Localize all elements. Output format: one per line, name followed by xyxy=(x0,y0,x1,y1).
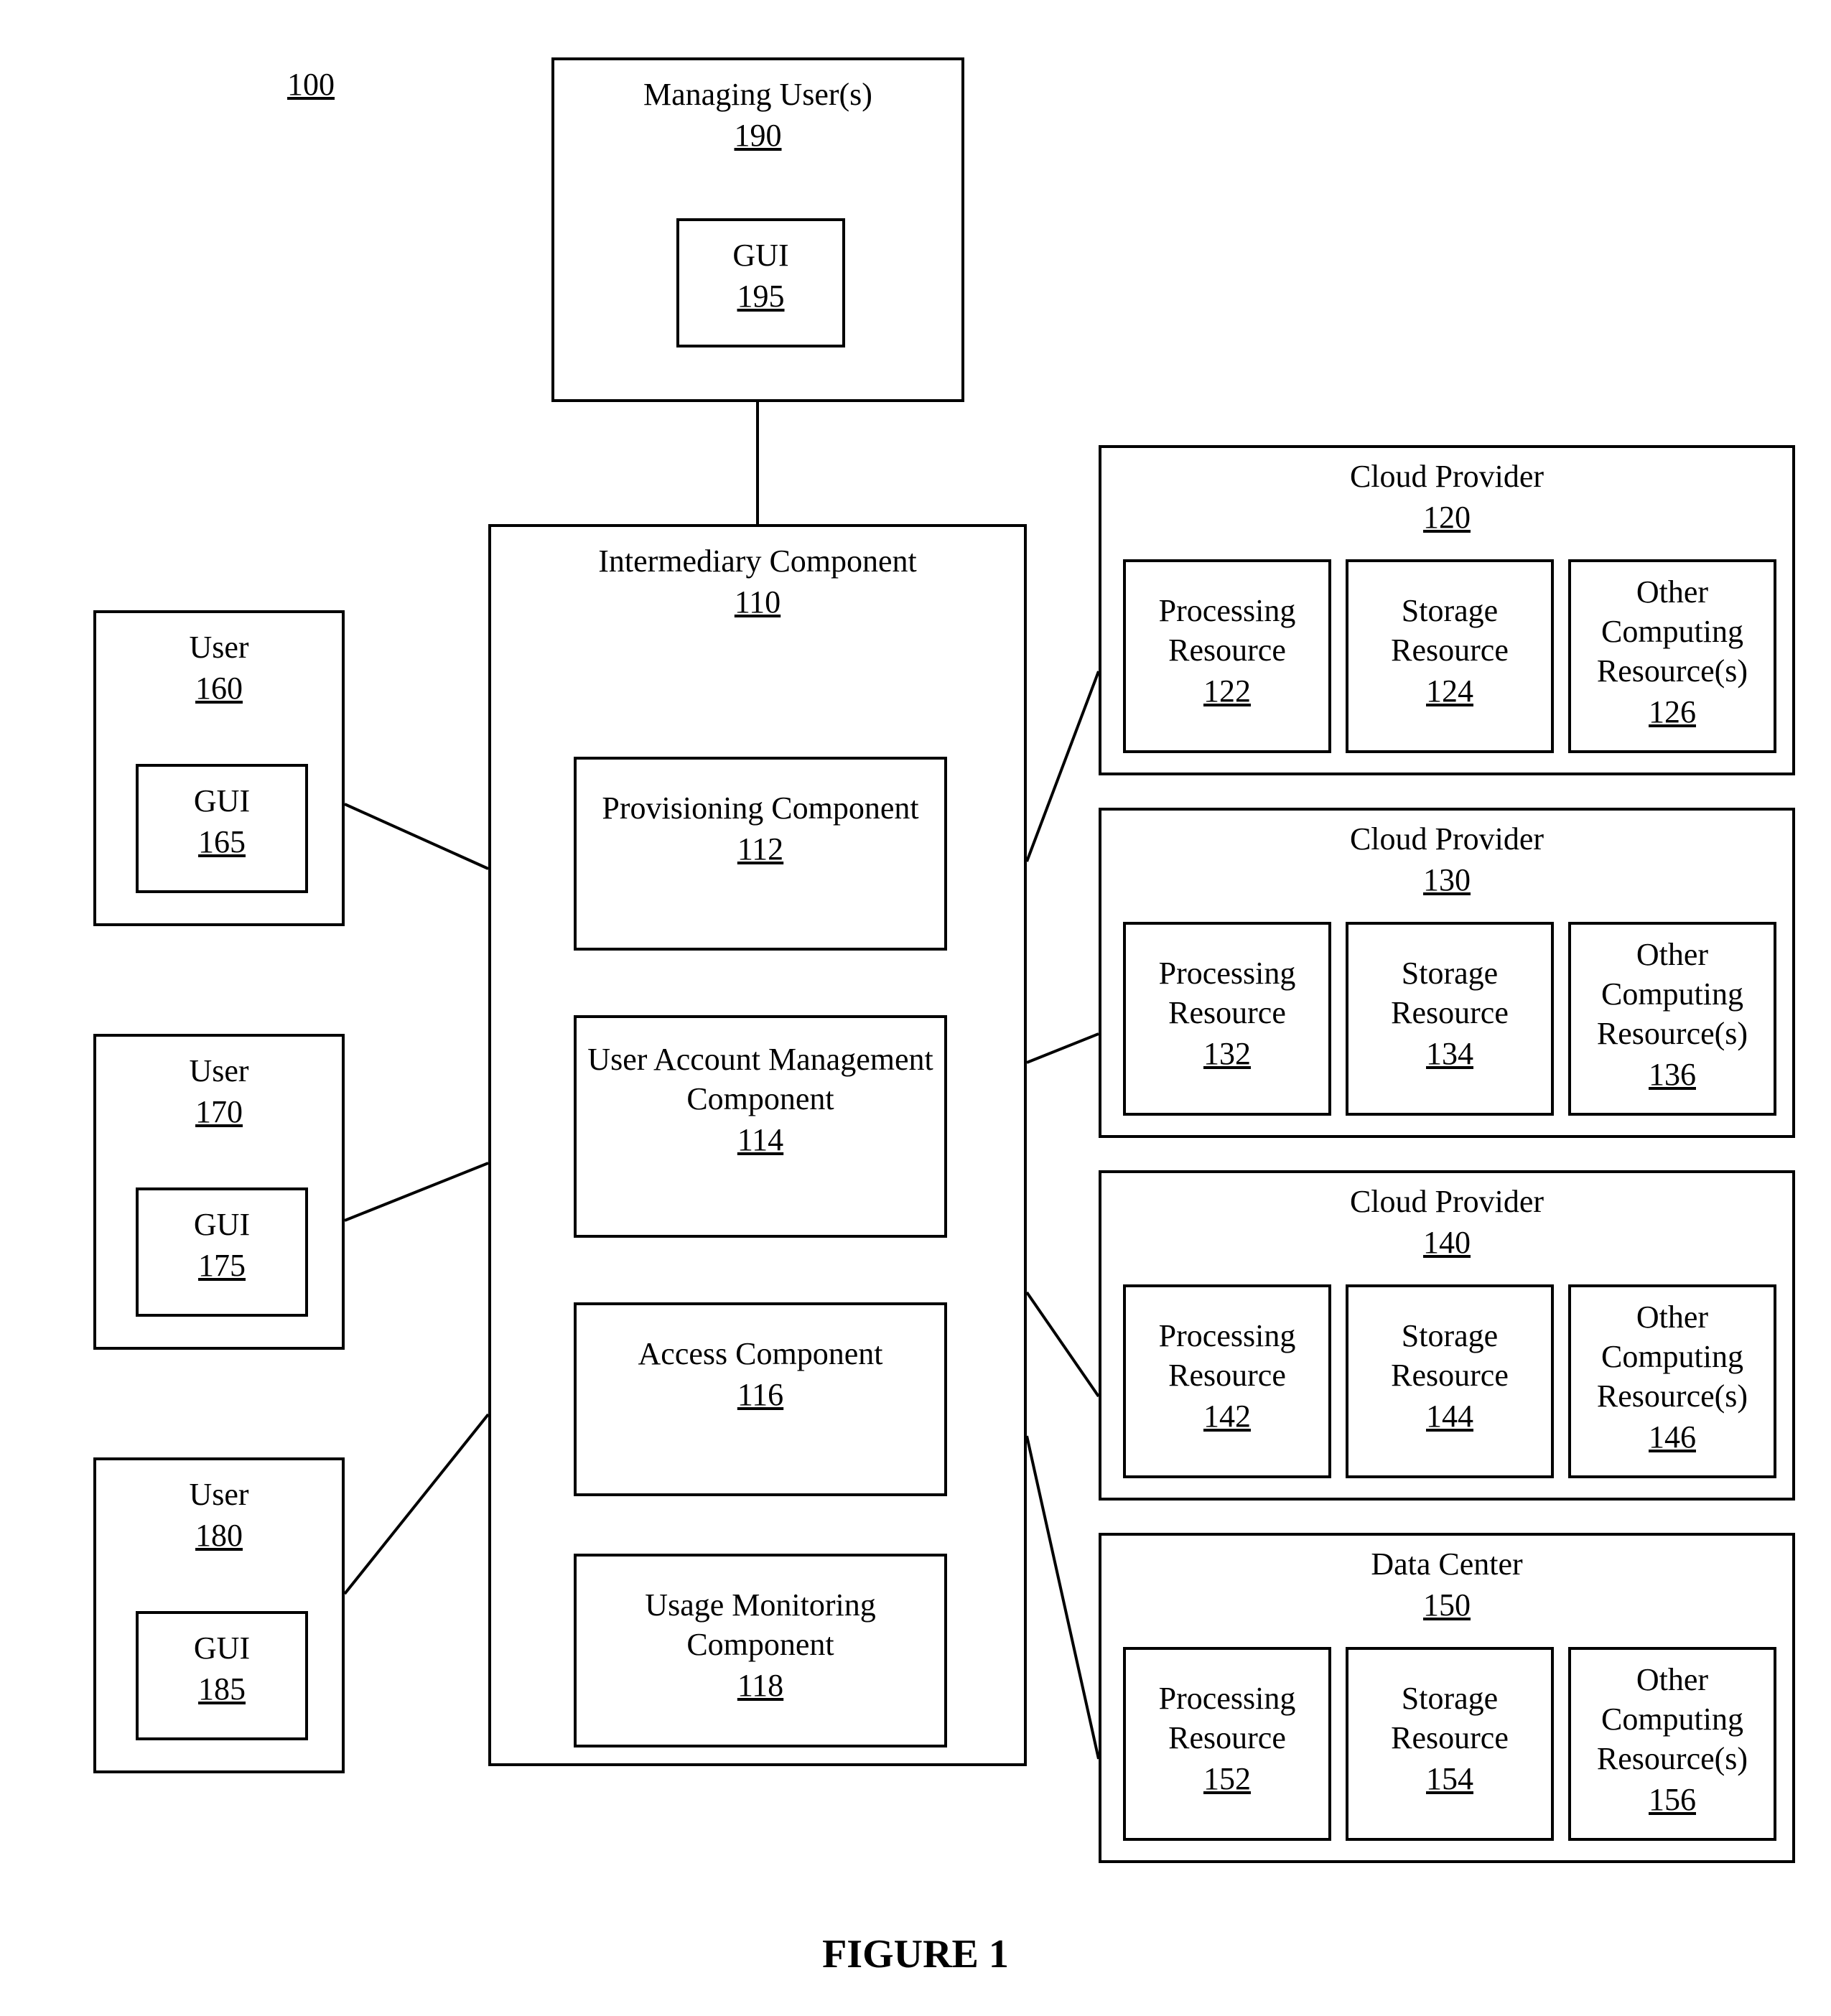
storage-title: Storage Resource xyxy=(1348,1679,1551,1758)
access-ref: 116 xyxy=(737,1376,783,1413)
usage-ref: 118 xyxy=(737,1667,783,1704)
user-gui-ref: 165 xyxy=(198,823,246,860)
user-account-box: User Account Management Component 114 xyxy=(574,1015,947,1238)
user-title: User xyxy=(96,627,342,667)
provider-title: Cloud Provider xyxy=(1101,819,1792,859)
storage-title: Storage Resource xyxy=(1348,591,1551,670)
processing-box-142: Processing Resource 142 xyxy=(1123,1284,1331,1478)
provider-ref: 130 xyxy=(1423,862,1471,898)
user-box-170: User 170 GUI 175 xyxy=(93,1034,345,1350)
provider-box-140: Cloud Provider 140 Processing Resource 1… xyxy=(1099,1170,1795,1501)
storage-box-134: Storage Resource 134 xyxy=(1346,922,1554,1116)
provider-box-120: Cloud Provider 120 Processing Resource 1… xyxy=(1099,445,1795,775)
user-gui-box-165: GUI 165 xyxy=(136,764,308,893)
other-title: Other Computing Resource(s) xyxy=(1571,572,1774,691)
processing-ref: 152 xyxy=(1203,1760,1251,1797)
user-gui-title: GUI xyxy=(139,781,305,821)
other-box-146: Other Computing Resource(s) 146 xyxy=(1568,1284,1776,1478)
processing-title: Processing Resource xyxy=(1126,953,1328,1032)
figure-caption: FIGURE 1 xyxy=(0,1931,1831,1977)
provider-box-130: Cloud Provider 130 Processing Resource 1… xyxy=(1099,808,1795,1138)
user-gui-title: GUI xyxy=(139,1205,305,1244)
storage-title: Storage Resource xyxy=(1348,1316,1551,1395)
processing-box-122: Processing Resource 122 xyxy=(1123,559,1331,753)
intermediary-box: Intermediary Component 110 Provisioning … xyxy=(488,524,1027,1766)
provider-title: Cloud Provider xyxy=(1101,457,1792,496)
provisioning-box: Provisioning Component 112 xyxy=(574,757,947,951)
other-box-126: Other Computing Resource(s) 126 xyxy=(1568,559,1776,753)
other-box-156: Other Computing Resource(s) 156 xyxy=(1568,1647,1776,1841)
provisioning-ref: 112 xyxy=(737,831,783,867)
managing-users-gui-ref: 195 xyxy=(737,278,785,314)
processing-ref: 142 xyxy=(1203,1398,1251,1434)
managing-users-title: Managing User(s) xyxy=(554,75,961,114)
datacenter-box-150: Data Center 150 Processing Resource 152 … xyxy=(1099,1533,1795,1863)
managing-users-ref: 190 xyxy=(735,117,782,154)
managing-users-gui-box: GUI 195 xyxy=(676,218,845,347)
other-ref: 136 xyxy=(1649,1056,1696,1093)
other-ref: 156 xyxy=(1649,1781,1696,1818)
user-gui-box-185: GUI 185 xyxy=(136,1611,308,1740)
provisioning-title: Provisioning Component xyxy=(577,788,944,828)
other-box-136: Other Computing Resource(s) 136 xyxy=(1568,922,1776,1116)
processing-title: Processing Resource xyxy=(1126,1679,1328,1758)
storage-ref: 134 xyxy=(1426,1035,1473,1072)
intermediary-ref: 110 xyxy=(735,584,781,620)
storage-box-124: Storage Resource 124 xyxy=(1346,559,1554,753)
diagram-canvas: 100 Managing User(s) 190 GUI 195 Interme… xyxy=(0,0,1831,2016)
storage-box-154: Storage Resource 154 xyxy=(1346,1647,1554,1841)
user-ref: 180 xyxy=(195,1517,243,1554)
storage-box-144: Storage Resource 144 xyxy=(1346,1284,1554,1478)
user-account-ref: 114 xyxy=(737,1121,783,1158)
storage-ref: 144 xyxy=(1426,1398,1473,1434)
provider-title: Cloud Provider xyxy=(1101,1182,1792,1221)
other-title: Other Computing Resource(s) xyxy=(1571,1660,1774,1778)
user-box-160: User 160 GUI 165 xyxy=(93,610,345,926)
storage-title: Storage Resource xyxy=(1348,953,1551,1032)
managing-users-gui-title: GUI xyxy=(679,235,842,275)
storage-ref: 124 xyxy=(1426,673,1473,709)
provider-ref: 140 xyxy=(1423,1224,1471,1261)
user-title: User xyxy=(96,1475,342,1514)
user-gui-title: GUI xyxy=(139,1628,305,1668)
provider-ref: 120 xyxy=(1423,499,1471,536)
datacenter-title: Data Center xyxy=(1101,1544,1792,1584)
access-box: Access Component 116 xyxy=(574,1302,947,1496)
user-gui-box-175: GUI 175 xyxy=(136,1187,308,1317)
user-gui-ref: 175 xyxy=(198,1247,246,1284)
usage-title: Usage Monitoring Component xyxy=(577,1585,944,1664)
other-title: Other Computing Resource(s) xyxy=(1571,1297,1774,1416)
processing-box-132: Processing Resource 132 xyxy=(1123,922,1331,1116)
figure-reference: 100 xyxy=(287,66,335,103)
processing-ref: 122 xyxy=(1203,673,1251,709)
processing-ref: 132 xyxy=(1203,1035,1251,1072)
user-title: User xyxy=(96,1051,342,1091)
processing-title: Processing Resource xyxy=(1126,1316,1328,1395)
managing-users-box: Managing User(s) 190 GUI 195 xyxy=(551,57,964,402)
datacenter-ref: 150 xyxy=(1423,1587,1471,1623)
access-title: Access Component xyxy=(577,1334,944,1373)
user-account-title: User Account Management Component xyxy=(577,1040,944,1119)
other-ref: 126 xyxy=(1649,694,1696,730)
intermediary-title: Intermediary Component xyxy=(491,541,1024,581)
processing-title: Processing Resource xyxy=(1126,591,1328,670)
other-ref: 146 xyxy=(1649,1419,1696,1455)
other-title: Other Computing Resource(s) xyxy=(1571,935,1774,1053)
user-ref: 160 xyxy=(195,670,243,706)
processing-box-152: Processing Resource 152 xyxy=(1123,1647,1331,1841)
user-ref: 170 xyxy=(195,1093,243,1130)
usage-box: Usage Monitoring Component 118 xyxy=(574,1554,947,1747)
user-gui-ref: 185 xyxy=(198,1671,246,1707)
user-box-180: User 180 GUI 185 xyxy=(93,1457,345,1773)
storage-ref: 154 xyxy=(1426,1760,1473,1797)
